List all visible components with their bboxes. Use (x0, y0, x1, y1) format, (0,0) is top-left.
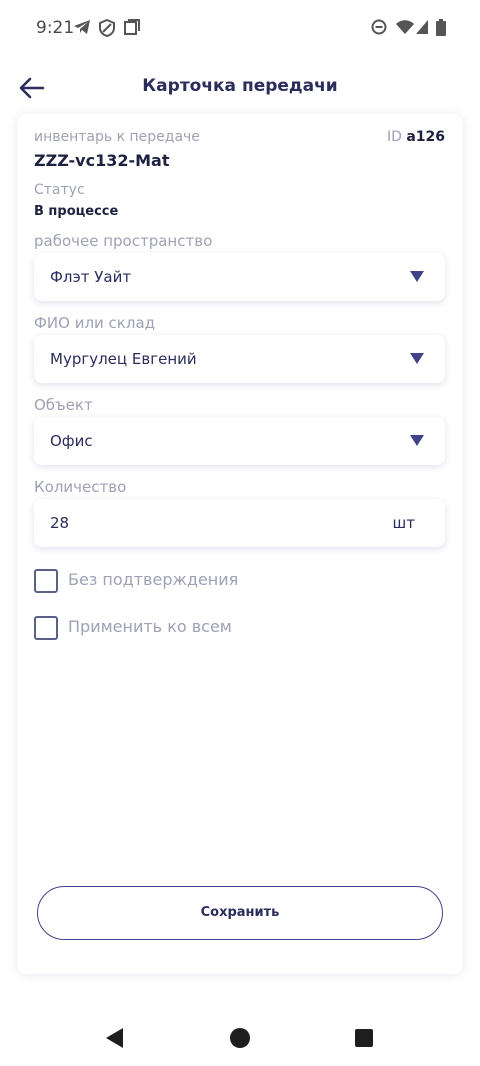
nav-back-icon[interactable] (106, 1028, 123, 1048)
checkbox-label: Применить ко всем (68, 617, 232, 636)
apply-to-all-checkbox[interactable]: Применить ко всем (34, 616, 334, 642)
checkbox-box[interactable] (34, 616, 58, 640)
dropdown-caret-icon (410, 353, 424, 364)
status-label: Статус (34, 182, 85, 198)
workspace-select[interactable]: Флэт Уайт (34, 253, 445, 301)
checkbox-label: Без подтверждения (68, 570, 239, 589)
inventory-label: инвентарь к передаче (34, 129, 200, 145)
id-label: ID (386, 129, 402, 145)
quantity-label: Количество (34, 478, 127, 496)
object-select[interactable]: Офис (34, 417, 445, 465)
save-button[interactable]: Сохранить (37, 886, 443, 940)
shield-icon (99, 19, 115, 37)
id-display: ID a126 (387, 129, 445, 145)
telegram-icon (74, 20, 90, 34)
status-value: В процессе (34, 204, 119, 219)
object-label: Объект (34, 396, 93, 414)
person-select[interactable]: Мургулец Евгений (34, 335, 445, 383)
status-time: 9:21 (36, 18, 75, 38)
person-label: ФИО или склад (34, 314, 156, 332)
dnd-icon (371, 19, 387, 35)
inventory-name: ZZZ-vc132-Mat (34, 151, 170, 170)
status-bar: 9:21 (0, 0, 480, 58)
dropdown-caret-icon (410, 435, 424, 446)
checkbox-box[interactable] (34, 569, 58, 593)
transfer-card: инвентарь к передаче ID a126 ZZZ-vc132-M… (17, 114, 463, 974)
workspace-label: рабочее пространство (34, 232, 213, 250)
quantity-input[interactable]: 28 шт (34, 499, 445, 547)
person-value: Мургулец Евгений (50, 350, 197, 368)
no-confirmation-checkbox[interactable]: Без подтверждения (34, 569, 334, 595)
wifi-icon (396, 20, 414, 34)
battery-icon (436, 19, 446, 36)
quantity-value: 28 (50, 514, 70, 532)
page-title: Карточка передачи (142, 76, 338, 96)
workspace-value: Флэт Уайт (50, 268, 132, 286)
object-value: Офис (50, 432, 93, 450)
dropdown-caret-icon (410, 271, 424, 282)
signal-icon (416, 20, 428, 34)
quantity-unit: шт (392, 514, 415, 532)
screenshot-icon (124, 19, 140, 35)
app-header: Карточка передачи (0, 62, 480, 112)
id-value: a126 (406, 129, 445, 145)
nav-home-icon[interactable] (230, 1028, 250, 1048)
system-nav-bar (0, 1010, 480, 1066)
save-button-label: Сохранить (200, 905, 280, 920)
nav-recents-icon[interactable] (355, 1029, 373, 1047)
